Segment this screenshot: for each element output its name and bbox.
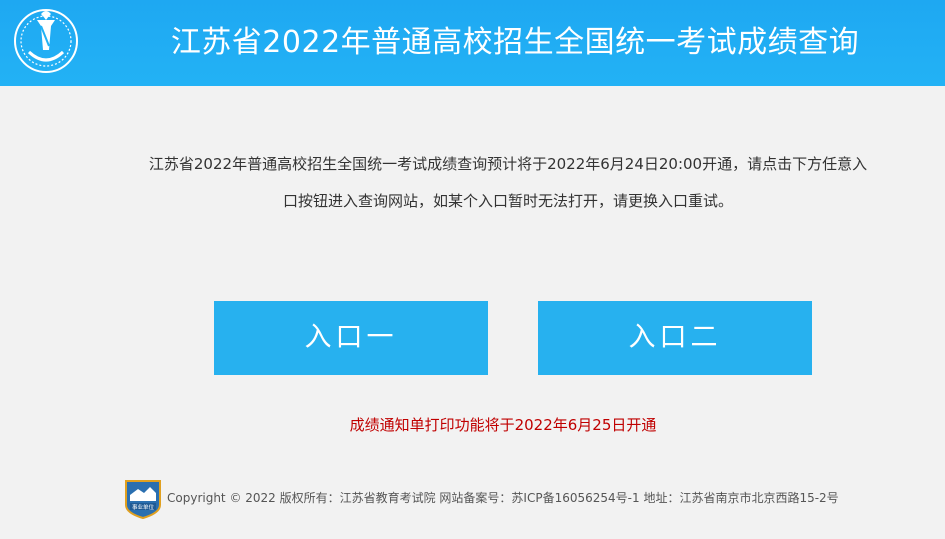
header-bar: 江苏省2022年普通高校招生全国统一考试成绩查询 — [0, 0, 945, 86]
public-institution-badge-icon[interactable]: 事业单位 — [124, 477, 162, 520]
print-notice: 成绩通知单打印功能将于2022年6月25日开通 — [349, 416, 657, 434]
entry-1-button[interactable]: 入口一 — [214, 301, 488, 375]
intro-text: 江苏省2022年普通高校招生全国统一考试成绩查询预计将于2022年6月24日20… — [124, 146, 892, 220]
intro-line-1: 江苏省2022年普通高校招生全国统一考试成绩查询预计将于2022年6月24日20… — [148, 155, 868, 173]
copyright-text: Copyright © 2022 版权所有：江苏省教育考试院 网站备案号：苏IC… — [167, 491, 839, 505]
torch-emblem-icon — [11, 6, 81, 76]
footer: 事业单位 Copyright © 2022 版权所有：江苏省教育考试院 网站备案… — [124, 475, 884, 520]
entry-2-button[interactable]: 入口二 — [538, 301, 812, 375]
page-title: 江苏省2022年普通高校招生全国统一考试成绩查询 — [170, 25, 860, 60]
badge-text: 事业单位 — [132, 503, 155, 511]
intro-line-2: 口按钮进入查询网站，如某个入口暂时无法打开，请更换入口重试。 — [282, 192, 733, 210]
